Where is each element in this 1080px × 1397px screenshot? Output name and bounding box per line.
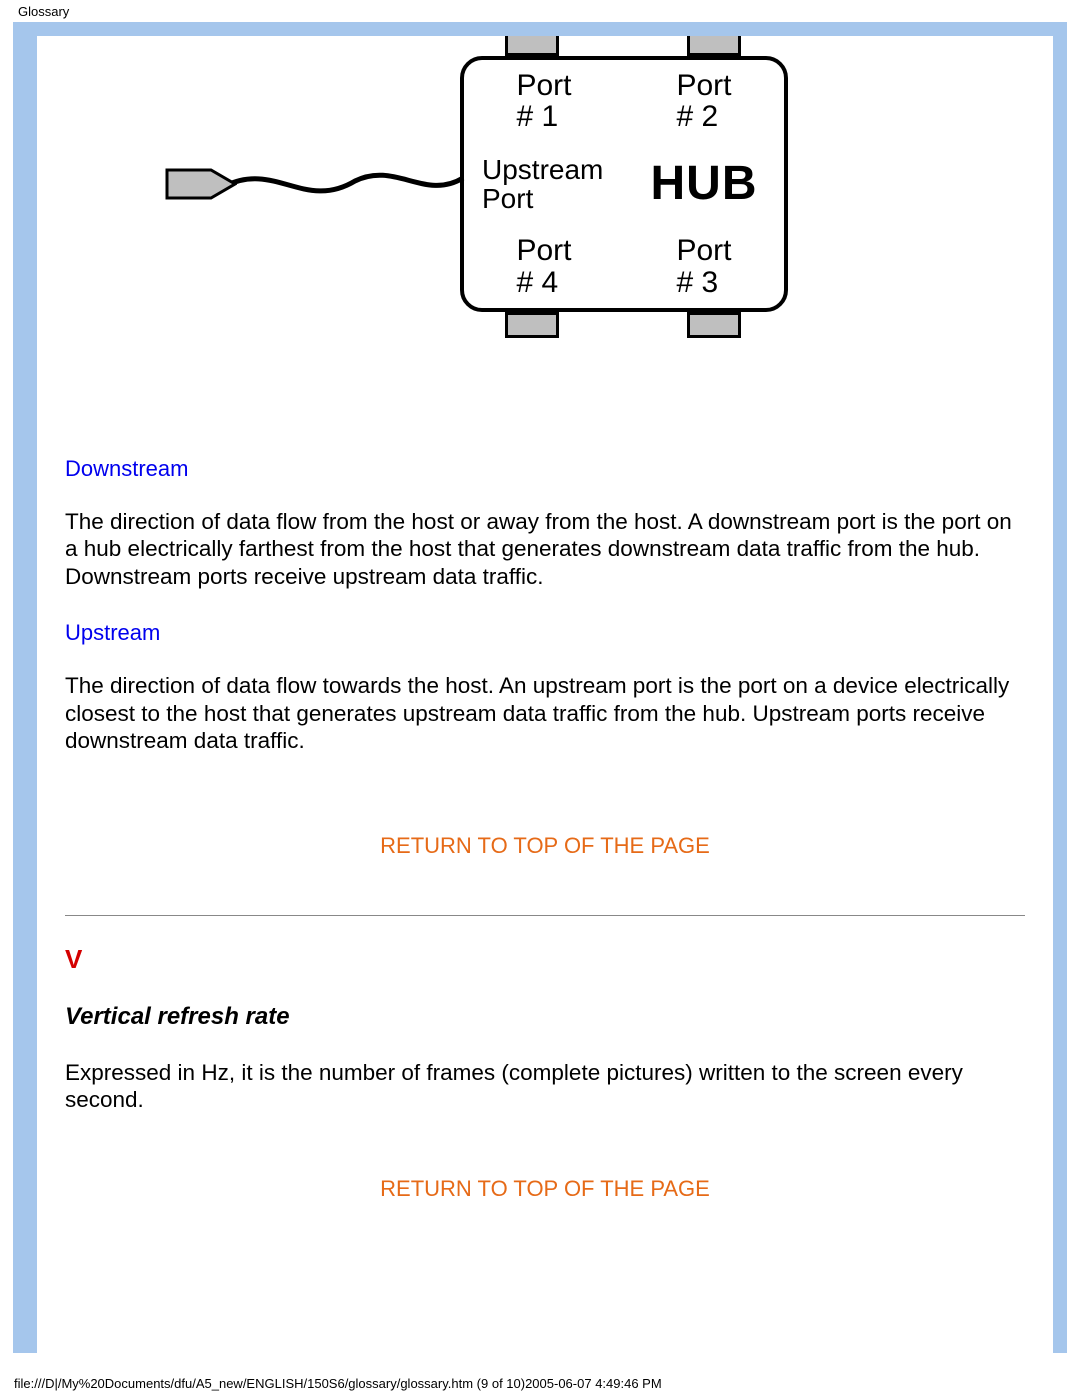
section-letter-v: V bbox=[65, 944, 1025, 975]
page-header-label: Glossary bbox=[18, 4, 69, 19]
port-tab-icon bbox=[687, 312, 741, 338]
page-frame: Port # 1 Port # 2 Upstream Port HUB Port… bbox=[13, 22, 1067, 1353]
port-3-label: Port # 3 bbox=[624, 225, 784, 308]
term-heading-upstream: Upstream bbox=[65, 620, 1025, 646]
port-1-label: Port # 1 bbox=[464, 60, 624, 143]
return-to-top-link[interactable]: RETURN TO TOP OF THE PAGE bbox=[65, 833, 1025, 859]
port-2-label: Port # 2 bbox=[624, 60, 784, 143]
port-tab-icon bbox=[505, 312, 559, 338]
hub-label: HUB bbox=[624, 143, 784, 226]
term-body-vertical-refresh: Expressed in Hz, it is the number of fra… bbox=[65, 1059, 1025, 1114]
port-tab-icon bbox=[505, 36, 559, 56]
plug-icon bbox=[165, 164, 237, 204]
term-title-vertical-refresh: Vertical refresh rate bbox=[65, 1003, 1025, 1031]
term-body-downstream: The direction of data flow from the host… bbox=[65, 508, 1025, 590]
port-tab-icon bbox=[687, 36, 741, 56]
footer-file-path: file:///D|/My%20Documents/dfu/A5_new/ENG… bbox=[14, 1376, 662, 1391]
hub-diagram: Port # 1 Port # 2 Upstream Port HUB Port… bbox=[65, 36, 1025, 376]
port-4-label: Port # 4 bbox=[464, 225, 624, 308]
term-body-upstream: The direction of data flow towards the h… bbox=[65, 672, 1025, 754]
upstream-port-label: Upstream Port bbox=[464, 143, 624, 226]
return-to-top-link[interactable]: RETURN TO TOP OF THE PAGE bbox=[65, 1176, 1025, 1202]
section-divider bbox=[65, 915, 1025, 916]
hub-box: Port # 1 Port # 2 Upstream Port HUB Port… bbox=[460, 56, 788, 312]
term-heading-downstream: Downstream bbox=[65, 456, 1025, 482]
page-content: Port # 1 Port # 2 Upstream Port HUB Port… bbox=[37, 36, 1053, 1353]
